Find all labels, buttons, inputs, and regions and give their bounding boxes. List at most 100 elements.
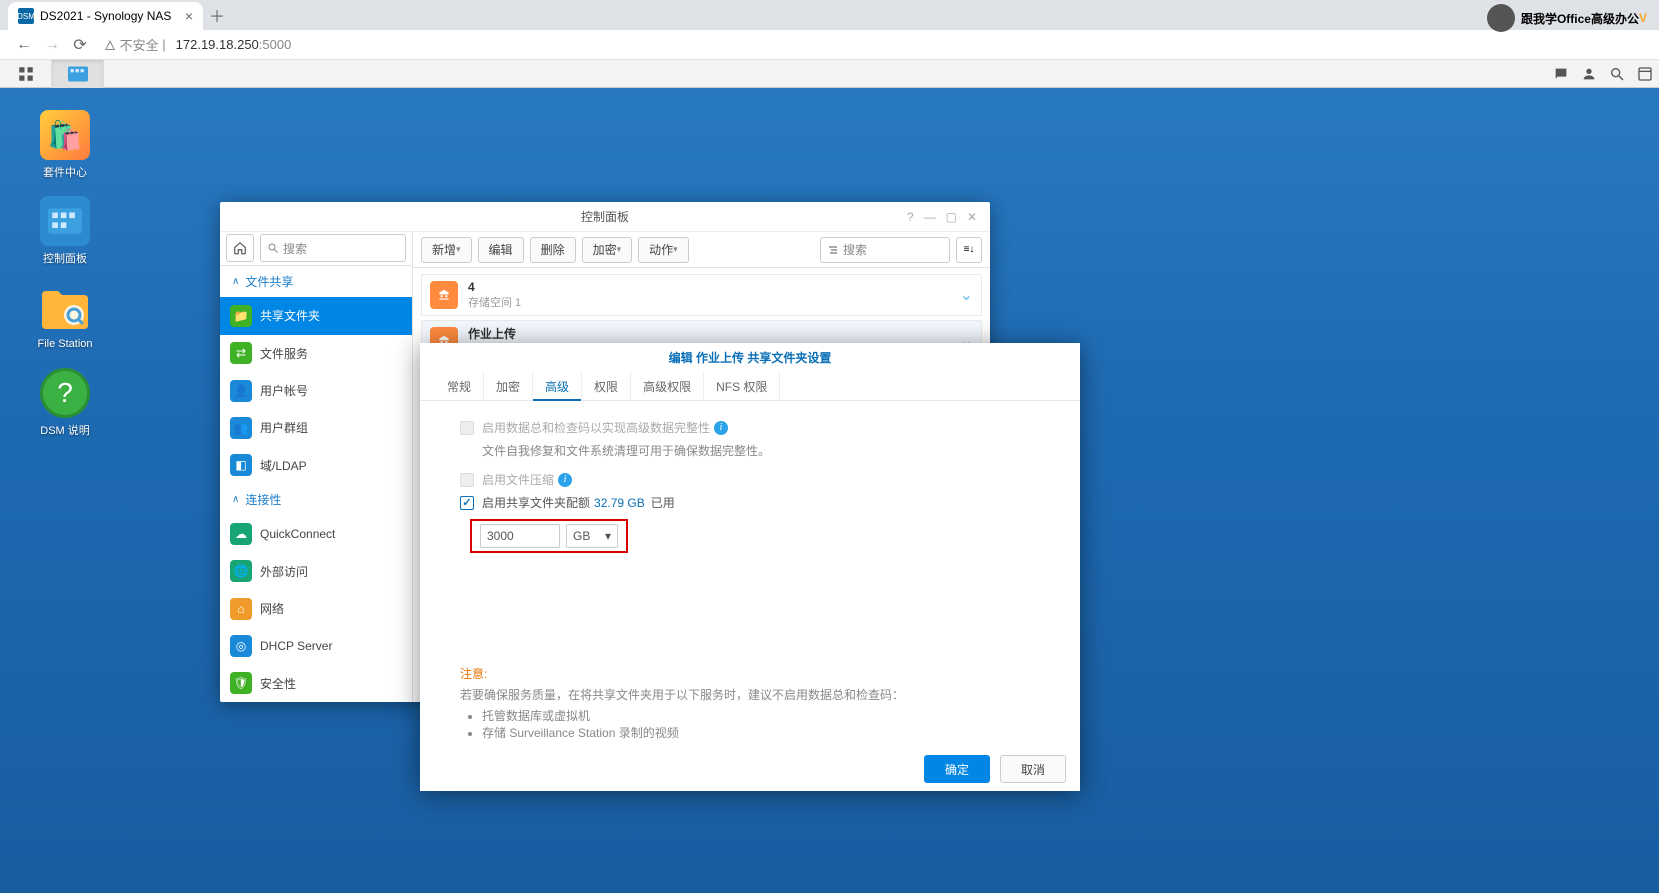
- sort-button[interactable]: ≡↓: [956, 237, 982, 263]
- folder-name: 4: [468, 280, 960, 294]
- home-button[interactable]: [226, 234, 254, 262]
- sidebar-section-connectivity[interactable]: 连接性: [220, 484, 412, 516]
- note-bullet: 存储 Surveillance Station 录制的视频: [482, 724, 1040, 741]
- info-icon[interactable]: i: [714, 421, 728, 435]
- cancel-button[interactable]: 取消: [1000, 755, 1066, 783]
- encrypt-button[interactable]: 加密: [582, 237, 633, 263]
- dialog-footer: 确定 取消: [420, 747, 1080, 791]
- desktop-icon-dsm-help[interactable]: ? DSM 说明: [20, 363, 110, 443]
- chevron-down-icon: ▾: [605, 529, 611, 543]
- desktop-icon-package-center[interactable]: 🛍️ 套件中心: [20, 105, 110, 185]
- quota-unit-select[interactable]: GB▾: [566, 524, 618, 548]
- tab-favicon-icon: DSM: [18, 8, 34, 24]
- note-line: 若要确保服务质量，在将共享文件夹用于以下服务时，建议不启用数据总和检查码：: [460, 686, 1040, 703]
- compression-checkbox: [460, 473, 474, 487]
- ok-button[interactable]: 确定: [924, 755, 990, 783]
- control-panel-sidebar: 搜索 文件共享 📁共享文件夹 ⇄文件服务 👤用户帐号 👥用户群组 ◧域/LDAP…: [220, 232, 413, 702]
- quota-value-input[interactable]: 3000: [480, 524, 560, 548]
- taskbar-search-icon[interactable]: [1603, 60, 1631, 88]
- quota-used-value: 32.79 GB: [594, 496, 645, 510]
- note-block: 注意: 若要确保服务质量，在将共享文件夹用于以下服务时，建议不启用数据总和检查码…: [460, 665, 1040, 741]
- sidebar-item-shared-folder[interactable]: 📁共享文件夹: [220, 297, 412, 334]
- package-icon: 🛍️: [40, 110, 90, 160]
- taskbar-widget-icon[interactable]: [1631, 60, 1659, 88]
- sidebar-section-file-sharing[interactable]: 文件共享: [220, 266, 412, 298]
- avatar-icon: [1487, 4, 1515, 32]
- shield-icon: 🛡: [230, 672, 252, 694]
- folder-icon: [430, 281, 458, 309]
- sidebar-item-dhcp[interactable]: ◎DHCP Server: [220, 627, 412, 664]
- edit-button[interactable]: 编辑: [478, 237, 524, 263]
- quota-checkbox[interactable]: [460, 496, 474, 510]
- main-toolbar: 新增 编辑 删除 加密 动作 搜索 ≡↓: [413, 232, 990, 268]
- dialog-title: 编辑 作业上传 共享文件夹设置: [420, 343, 1080, 371]
- sidebar-item-domain-ldap[interactable]: ◧域/LDAP: [220, 447, 412, 484]
- compression-option: 启用文件压缩 i: [460, 471, 1040, 488]
- checksum-checkbox: [460, 421, 474, 435]
- note-bullet: 托管数据库或虚拟机: [482, 707, 1040, 724]
- window-titlebar[interactable]: 控制面板 ? — ▢ ✕: [220, 202, 990, 232]
- profile-badge: V: [1639, 11, 1647, 25]
- minimize-icon[interactable]: —: [924, 210, 936, 224]
- file-service-icon: ⇄: [230, 342, 252, 364]
- folder-share-icon: 📁: [230, 305, 252, 327]
- quota-option: 启用共享文件夹配额 32.79 GB 已用: [460, 494, 1040, 511]
- desktop-icons: 🛍️ 套件中心 控制面板 File Station ? DSM 说明: [20, 105, 110, 449]
- forward-button[interactable]: →: [40, 33, 64, 57]
- maximize-icon[interactable]: ▢: [946, 210, 957, 224]
- desktop-icon-control-panel[interactable]: 控制面板: [20, 191, 110, 271]
- close-icon[interactable]: ✕: [967, 210, 977, 224]
- browser-tab[interactable]: DSM DS2021 - Synology NAS ×: [8, 2, 203, 30]
- delete-button[interactable]: 删除: [530, 237, 576, 263]
- checksum-hint: 文件自我修复和文件系统清理可用于确保数据完整性。: [482, 442, 1040, 459]
- reload-button[interactable]: ⟳: [68, 33, 92, 57]
- help-icon[interactable]: ?: [907, 210, 914, 224]
- url-host: 172.19.18.250: [176, 37, 259, 52]
- taskbar-menu-button[interactable]: [0, 60, 52, 88]
- tab-encryption[interactable]: 加密: [484, 371, 533, 401]
- url-field[interactable]: 不安全 | 172.19.18.250:5000: [104, 35, 291, 54]
- dsm-desktop: 🛍️ 套件中心 控制面板 File Station ? DSM 说明 控制面板 …: [0, 60, 1659, 893]
- sidebar-item-group[interactable]: 👥用户群组: [220, 409, 412, 446]
- taskbar-chat-icon[interactable]: [1547, 60, 1575, 88]
- tab-advanced[interactable]: 高级: [533, 371, 582, 401]
- tab-advanced-permissions[interactable]: 高级权限: [631, 371, 704, 401]
- tab-nfs-permissions[interactable]: NFS 权限: [704, 371, 780, 401]
- quota-label: 启用共享文件夹配额: [482, 494, 590, 511]
- info-icon[interactable]: i: [558, 473, 572, 487]
- url-port: :5000: [259, 37, 292, 52]
- toolbar-search-input[interactable]: 搜索: [820, 237, 950, 263]
- sidebar-item-network[interactable]: ⌂网络: [220, 590, 412, 627]
- dialog-tabs: 常规 加密 高级 权限 高级权限 NFS 权限: [420, 371, 1080, 401]
- sidebar-item-quickconnect[interactable]: ☁QuickConnect: [220, 516, 412, 553]
- compression-label: 启用文件压缩: [482, 471, 554, 488]
- folder-location: 存储空间 1: [468, 294, 960, 310]
- tab-permissions[interactable]: 权限: [582, 371, 631, 401]
- sidebar-item-security[interactable]: 🛡安全性: [220, 665, 412, 702]
- sidebar-item-file-services[interactable]: ⇄文件服务: [220, 335, 412, 372]
- create-button[interactable]: 新增: [421, 237, 472, 263]
- profile-name: 跟我学Office高级办公: [1521, 10, 1639, 27]
- taskbar-user-icon[interactable]: [1575, 60, 1603, 88]
- sidebar-search-input[interactable]: 搜索: [260, 234, 406, 262]
- filestation-icon: [40, 284, 90, 334]
- sidebar-item-user[interactable]: 👤用户帐号: [220, 372, 412, 409]
- tab-bar: DSM DS2021 - Synology NAS × ＋ 跟我学Office高…: [0, 0, 1659, 30]
- close-tab-icon[interactable]: ×: [185, 8, 193, 24]
- group-icon: 👥: [230, 417, 252, 439]
- taskbar-item-control-panel[interactable]: [52, 60, 104, 88]
- action-button[interactable]: 动作: [638, 237, 689, 263]
- quota-input-group: 3000 GB▾: [470, 519, 628, 553]
- list-item[interactable]: 4 存储空间 1 ⌄: [421, 274, 982, 316]
- browser-profile[interactable]: 跟我学Office高级办公V: [1487, 4, 1647, 32]
- quickconnect-icon: ☁: [230, 523, 252, 545]
- chevron-down-icon[interactable]: ⌄: [960, 285, 973, 305]
- desktop-icon-file-station[interactable]: File Station: [20, 277, 110, 357]
- new-tab-button[interactable]: ＋: [203, 1, 231, 29]
- tab-general[interactable]: 常规: [435, 371, 484, 401]
- back-button[interactable]: ←: [12, 33, 36, 57]
- edit-shared-folder-dialog: 编辑 作业上传 共享文件夹设置 常规 加密 高级 权限 高级权限 NFS 权限 …: [420, 343, 1080, 791]
- sidebar-item-external-access[interactable]: 🌐外部访问: [220, 553, 412, 590]
- dialog-content: 启用数据总和检查码以实现高级数据完整性 i 文件自我修复和文件系统清理可用于确保…: [420, 401, 1080, 747]
- dhcp-icon: ◎: [230, 635, 252, 657]
